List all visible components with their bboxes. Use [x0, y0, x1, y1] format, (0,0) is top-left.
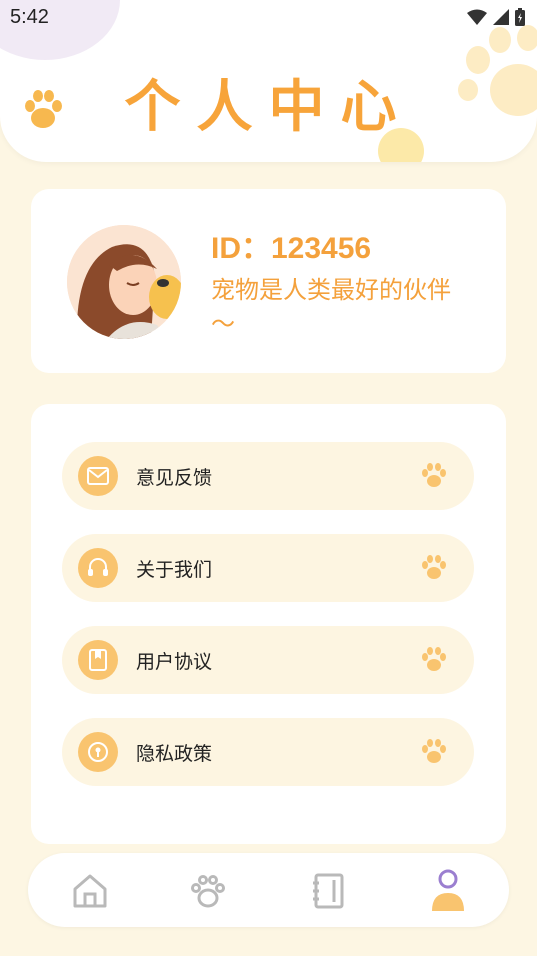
- menu-item-label: 隐私政策: [136, 743, 213, 765]
- menu-item-label: 意见反馈: [136, 467, 213, 489]
- paw-icon: [422, 739, 446, 763]
- paw-icon: [422, 555, 446, 579]
- bottom-nav: [28, 853, 509, 927]
- battery-icon: [515, 8, 525, 26]
- menu-item-feedback[interactable]: 意见反馈: [62, 442, 474, 510]
- status-bar: 5:42: [0, 0, 537, 36]
- paw-icon: [422, 647, 446, 671]
- menu-item-privacy-policy[interactable]: 隐私政策: [62, 718, 474, 786]
- mail-icon: [78, 456, 118, 496]
- wifi-icon: [467, 9, 487, 25]
- menu-item-label: 用户协议: [136, 651, 213, 673]
- page-title: 个人中心: [124, 75, 413, 140]
- signal-icon: [493, 9, 509, 25]
- nav-profile-button[interactable]: [426, 869, 470, 913]
- menu-item-user-agreement[interactable]: 用户协议: [62, 626, 474, 694]
- home-icon: [73, 874, 107, 908]
- paw-icon: [191, 875, 225, 908]
- menu-item-about[interactable]: 关于我们: [62, 534, 474, 602]
- nav-pets-button[interactable]: [186, 869, 230, 913]
- nav-notebook-button[interactable]: [306, 869, 350, 913]
- paw-icon: [422, 463, 446, 487]
- book-icon: [78, 640, 118, 680]
- user-id: ID：123456: [211, 232, 372, 265]
- headset-icon: [78, 548, 118, 588]
- lock-icon: [78, 732, 118, 772]
- status-icons: [467, 8, 525, 26]
- profile-card: ID：123456 宠物是人类最好的伙伴～: [31, 189, 506, 373]
- avatar[interactable]: [67, 225, 181, 339]
- menu-card: 意见反馈 关于我们 用户协议 隐私政策: [31, 404, 506, 844]
- notebook-icon: [313, 873, 344, 909]
- user-motto: 宠物是人类最好的伙伴～: [211, 276, 451, 338]
- status-time: 5:42: [10, 6, 49, 28]
- menu-item-label: 关于我们: [136, 559, 213, 581]
- nav-home-button[interactable]: [68, 869, 112, 913]
- profile-icon: [432, 869, 464, 911]
- avatar-illustration-icon: [67, 225, 181, 339]
